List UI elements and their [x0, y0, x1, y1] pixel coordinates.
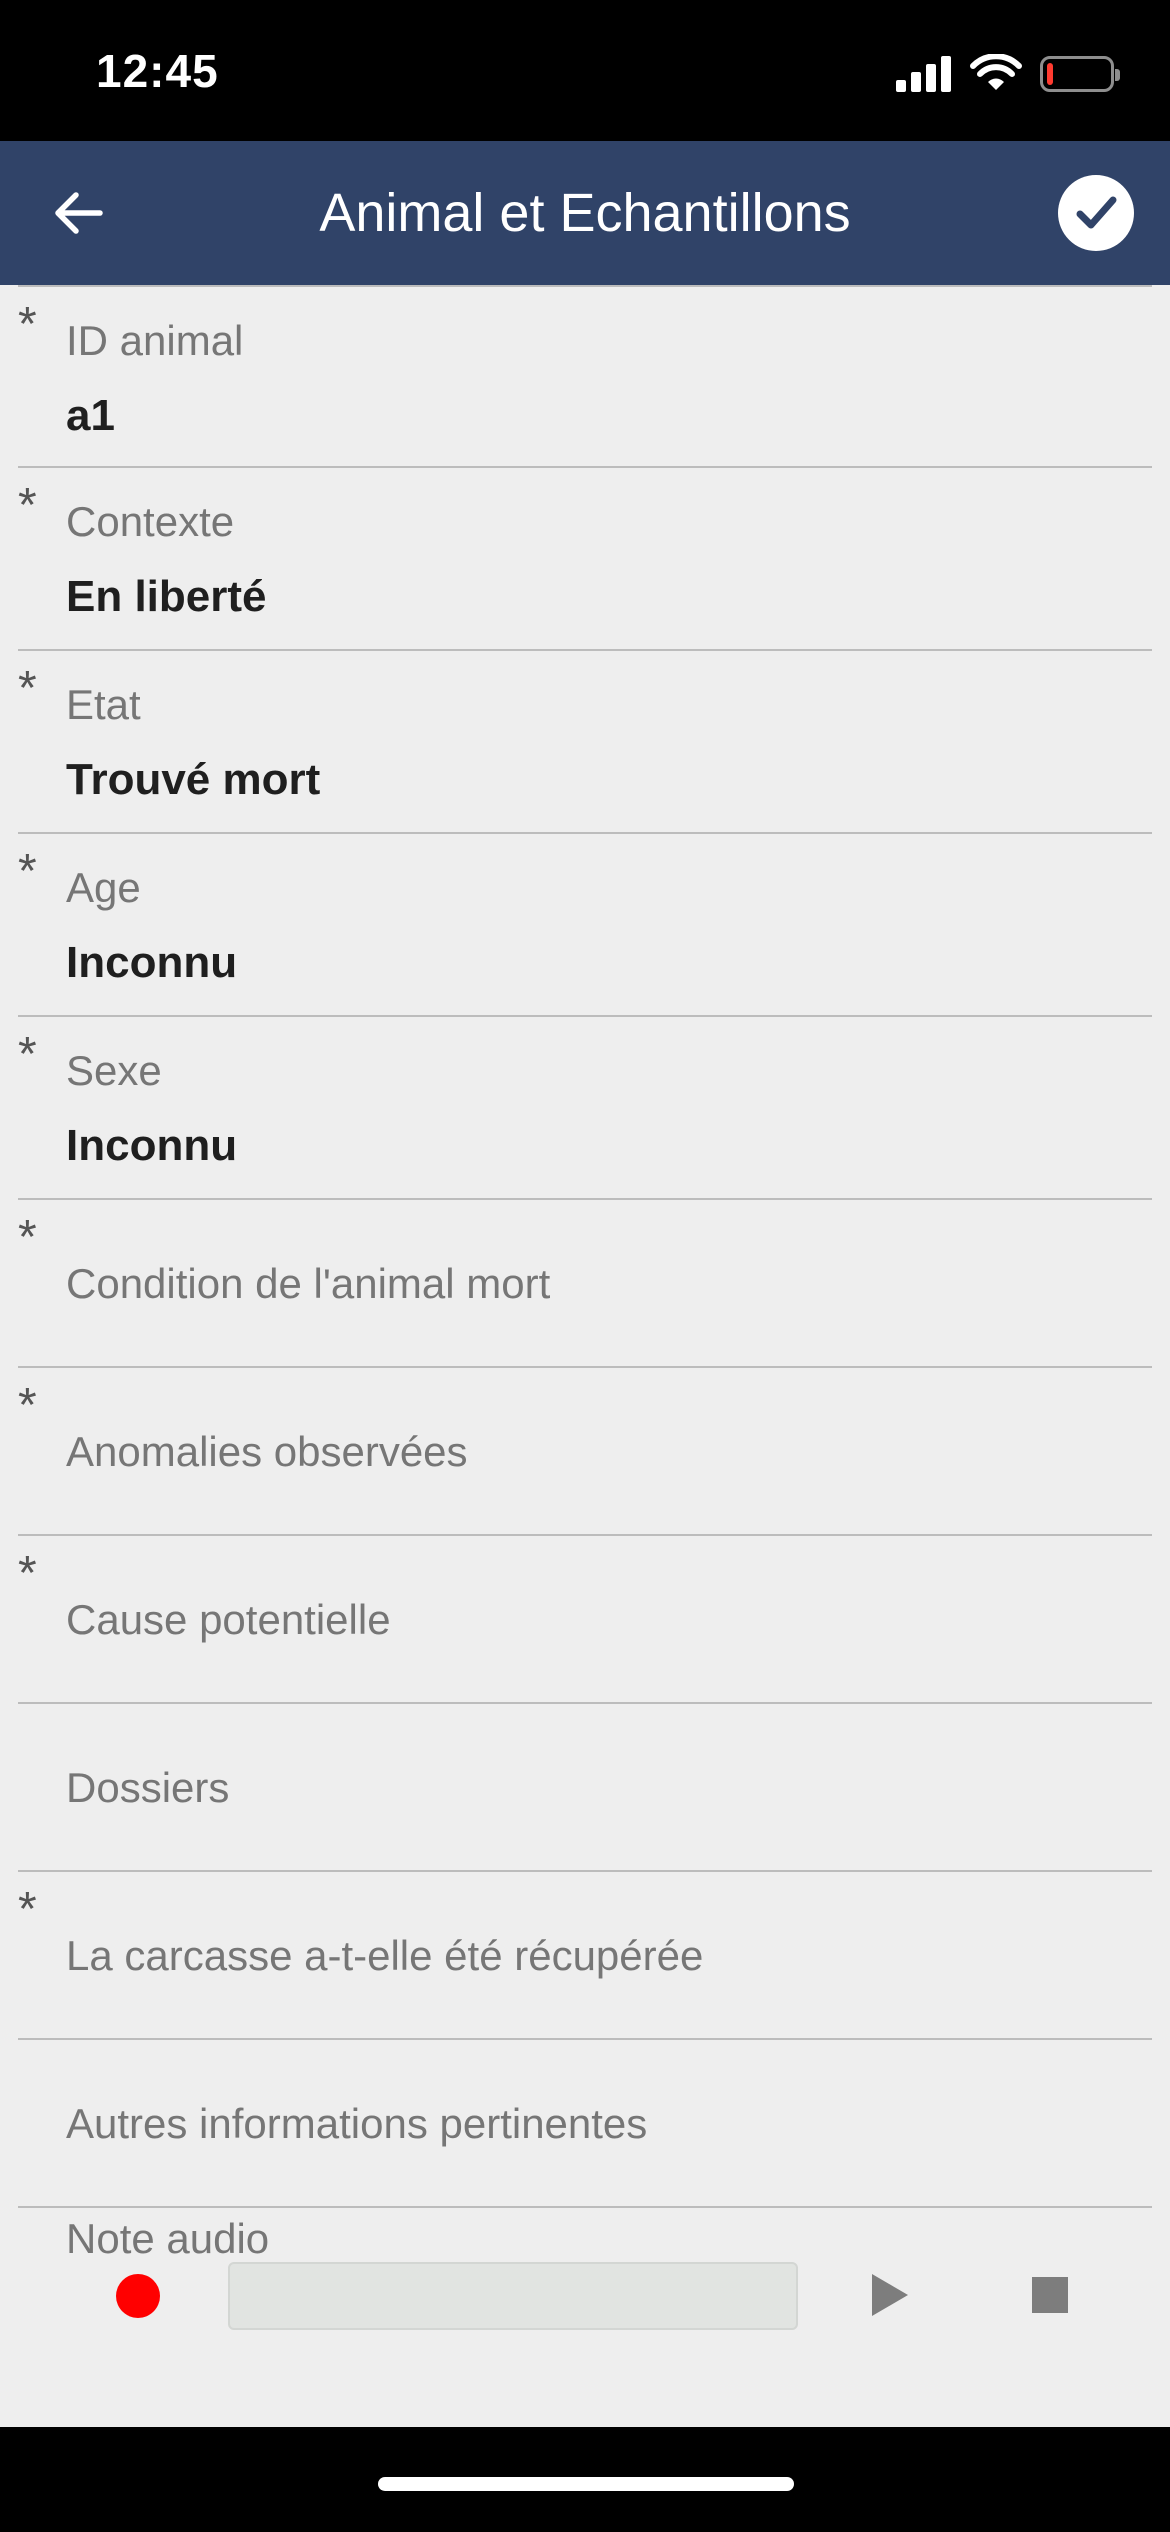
page-title: Animal et Echantillons [319, 183, 851, 243]
audio-note-controls [0, 2210, 1170, 2350]
home-indicator[interactable] [378, 2477, 794, 2491]
required-marker: * [18, 845, 37, 898]
play-icon[interactable] [872, 2274, 908, 2316]
field-value: En liberté [66, 572, 267, 621]
arrow-left-icon [55, 192, 103, 234]
field-id-animal[interactable]: * ID animal a1 [18, 285, 1152, 468]
field-label: Sexe [66, 1047, 162, 1094]
cellular-signal-icon [896, 56, 952, 92]
required-marker: * [18, 1883, 37, 1936]
field-sexe[interactable]: * Sexe Inconnu [18, 1017, 1152, 1200]
form: * ID animal a1 * Contexte En liberté * E… [0, 285, 1170, 2427]
stop-icon[interactable] [1032, 2277, 1068, 2313]
field-dossiers[interactable]: Dossiers [18, 1704, 1152, 1872]
field-age[interactable]: * Age Inconnu [18, 834, 1152, 1017]
status-bar: 12:45 [0, 0, 1170, 141]
wifi-icon [970, 54, 1022, 90]
field-label: ID animal [66, 317, 244, 364]
required-marker: * [18, 298, 37, 351]
field-label: Contexte [66, 498, 235, 545]
field-contexte[interactable]: * Contexte En liberté [18, 468, 1152, 651]
field-value: a1 [66, 391, 115, 440]
field-condition-animal-mort[interactable]: * Condition de l'animal mort [18, 1200, 1152, 1368]
status-time: 12:45 [96, 45, 219, 97]
field-etat[interactable]: * Etat Trouvé mort [18, 651, 1152, 834]
record-icon[interactable] [116, 2274, 160, 2318]
confirm-button[interactable] [1058, 175, 1134, 251]
battery-nub [1115, 69, 1120, 81]
field-carcasse-recuperee[interactable]: * La carcasse a-t-elle été récupérée [18, 1872, 1152, 2040]
field-label: Dossiers [66, 1764, 230, 1811]
home-indicator-area [0, 2427, 1170, 2532]
check-icon [1076, 196, 1117, 229]
required-marker: * [18, 1379, 37, 1432]
field-label: Condition de l'animal mort [66, 1260, 551, 1307]
field-value: Inconnu [66, 1121, 238, 1170]
required-marker: * [18, 662, 37, 715]
field-label: Autres informations pertinentes [66, 2100, 648, 2147]
field-label: Age [66, 864, 141, 911]
required-marker: * [18, 1211, 37, 1264]
field-label: Anomalies observées [66, 1428, 468, 1475]
field-label: Etat [66, 681, 141, 728]
field-autres-informations[interactable]: Autres informations pertinentes [18, 2040, 1152, 2208]
battery-icon [1040, 56, 1120, 92]
screen: 12:45 Animal et Echantillons * ID animal… [0, 0, 1170, 2532]
battery-level [1047, 63, 1053, 85]
field-cause-potentielle[interactable]: * Cause potentielle [18, 1536, 1152, 1704]
status-icons [896, 50, 1120, 98]
required-marker: * [18, 1028, 37, 1081]
required-marker: * [18, 479, 37, 532]
required-marker: * [18, 1547, 37, 1600]
field-value: Inconnu [66, 938, 238, 987]
app-bar: Animal et Echantillons [0, 141, 1170, 285]
back-button[interactable] [36, 171, 120, 255]
field-label: Cause potentielle [66, 1596, 391, 1643]
field-label: La carcasse a-t-elle été récupérée [66, 1932, 704, 1979]
field-value: Trouvé mort [66, 755, 321, 804]
audio-progress-bar [228, 2262, 798, 2330]
field-anomalies-observees[interactable]: * Anomalies observées [18, 1368, 1152, 1536]
